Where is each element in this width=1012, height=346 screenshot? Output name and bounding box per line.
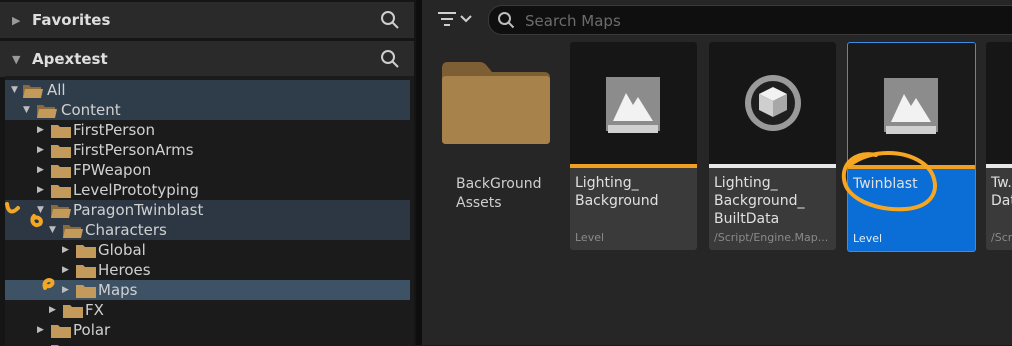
annotation-circle	[841, 150, 937, 212]
tree-item-label: Global	[98, 241, 146, 259]
collapsed-arrow-icon[interactable]: ▶	[62, 245, 69, 255]
asset-name: Lighting_ Background_ BuiltData	[714, 175, 805, 227]
asset-name: Tw... Dat...	[991, 175, 1012, 209]
tree-item-partial[interactable]	[5, 340, 410, 346]
folder-open-icon	[51, 205, 71, 218]
asset-type-bar	[709, 164, 836, 168]
tree-item-levelprototyping[interactable]: ▶ LevelPrototyping	[5, 180, 410, 200]
project-title: Apextest	[32, 50, 108, 68]
expanded-arrow-icon[interactable]: ▼	[11, 85, 18, 95]
asset-type: /Script/Engine.Map...	[714, 231, 829, 244]
project-header[interactable]: ▼ Apextest	[0, 41, 414, 77]
annotation-mark	[42, 278, 55, 290]
collapsed-arrow-icon[interactable]: ▶	[37, 165, 44, 175]
folder-tile[interactable]: BackGround Assets	[434, 44, 558, 254]
folder-icon	[76, 265, 96, 278]
content-browser: BackGround Assets Lighting_ Background L…	[422, 0, 1012, 345]
toolbar	[422, 0, 1012, 38]
asset-thumbnail	[570, 42, 697, 164]
folder-open-icon	[63, 225, 83, 238]
sources-panel: ▶ Favorites ▼ Apextest ▼ All ▼ Content ▶…	[0, 0, 418, 346]
annotation-mark	[5, 202, 43, 227]
tree-item-maps[interactable]: ▶ Maps	[5, 280, 410, 300]
collapsed-arrow-icon[interactable]: ▶	[37, 145, 44, 155]
folder-label: BackGround Assets	[456, 176, 542, 211]
favorites-title: Favorites	[32, 11, 111, 29]
asset-name: Lighting_ Background	[575, 175, 659, 209]
tree-item-label: LevelPrototyping	[73, 181, 199, 199]
expanded-arrow-icon: ▼	[12, 53, 21, 66]
folder-icon	[76, 245, 96, 258]
filter-icon[interactable]	[434, 8, 478, 30]
tree-item-heroes[interactable]: ▶ Heroes	[5, 260, 410, 280]
tree-item-fpweapon[interactable]: ▶ FPWeapon	[5, 160, 410, 180]
tree-item-all[interactable]: ▼ All	[5, 80, 410, 100]
asset-tile[interactable]: Lighting_ Background Level	[570, 42, 697, 250]
search-bar[interactable]	[488, 5, 1012, 35]
tree-item-label: Polar	[73, 321, 111, 339]
expanded-arrow-icon[interactable]: ▼	[23, 105, 30, 115]
collapsed-arrow-icon: ▶	[12, 14, 21, 27]
tree-item-label: FPWeapon	[73, 161, 152, 179]
tree-item-label: ParagonTwinblast	[73, 201, 204, 219]
tree-item-label: Characters	[85, 221, 167, 239]
folder-icon	[51, 325, 71, 338]
tree-item-label: Maps	[98, 281, 138, 299]
tree-item-paragontwinblast[interactable]: ▼ ParagonTwinblast	[5, 200, 410, 220]
tree-item-firstperson[interactable]: ▶ FirstPerson	[5, 120, 410, 140]
map-build-data-icon	[745, 75, 801, 131]
collapsed-arrow-icon[interactable]: ▶	[37, 125, 44, 135]
tree-item-label: FirstPerson	[73, 121, 155, 139]
asset-thumbnail	[986, 42, 1012, 164]
folder-icon	[51, 125, 71, 138]
tree-item-label: FX	[85, 301, 104, 319]
folder-open-icon	[37, 105, 57, 118]
search-icon	[498, 12, 515, 29]
expanded-arrow-icon[interactable]: ▼	[49, 225, 56, 235]
tree-item-global[interactable]: ▶ Global	[5, 240, 410, 260]
tree-item-label: FirstPersonArms	[73, 141, 194, 159]
collapsed-arrow-icon[interactable]: ▶	[49, 305, 56, 315]
collapsed-arrow-icon[interactable]: ▶	[62, 285, 69, 295]
folder-icon	[76, 285, 96, 298]
folder-icon	[51, 165, 71, 178]
favorites-header[interactable]: ▶ Favorites	[0, 2, 414, 38]
folder-icon	[442, 62, 550, 144]
asset-tile[interactable]: Lighting_ Background_ BuiltData /Script/…	[709, 42, 836, 250]
tree-item-firstpersonarms[interactable]: ▶ FirstPersonArms	[5, 140, 410, 160]
search-icon[interactable]	[380, 10, 400, 30]
folder-icon	[51, 185, 71, 198]
tree-item-label: All	[47, 81, 66, 99]
search-icon[interactable]	[380, 49, 400, 69]
tree-item-label: Content	[61, 101, 121, 119]
folder-icon	[63, 305, 83, 318]
level-icon	[606, 77, 660, 133]
asset-tile[interactable]: Tw... Dat... /Scr...	[986, 42, 1012, 250]
collapsed-arrow-icon[interactable]: ▶	[37, 325, 44, 335]
folder-icon	[51, 145, 71, 158]
tree-item-fx[interactable]: ▶ FX	[5, 300, 410, 320]
tree-item-label: Heroes	[98, 261, 151, 279]
asset-type-bar	[570, 164, 697, 168]
folder-tree: ▼ All ▼ Content ▶ FirstPerson ▶ FirstPer…	[5, 76, 414, 346]
folder-open-icon	[23, 85, 43, 98]
search-input[interactable]	[523, 9, 1007, 33]
tree-item-content[interactable]: ▼ Content	[5, 100, 410, 120]
level-icon	[884, 78, 938, 134]
asset-type: Level	[853, 232, 883, 245]
tree-item-polar[interactable]: ▶ Polar	[5, 320, 410, 340]
tree-item-characters[interactable]: ▼ Characters	[5, 220, 410, 240]
asset-type: Level	[575, 231, 605, 244]
asset-thumbnail	[709, 42, 836, 164]
asset-type: /Scr...	[991, 231, 1012, 244]
asset-type-bar	[986, 164, 1012, 168]
collapsed-arrow-icon[interactable]: ▶	[37, 185, 44, 195]
collapsed-arrow-icon[interactable]: ▶	[62, 265, 69, 275]
